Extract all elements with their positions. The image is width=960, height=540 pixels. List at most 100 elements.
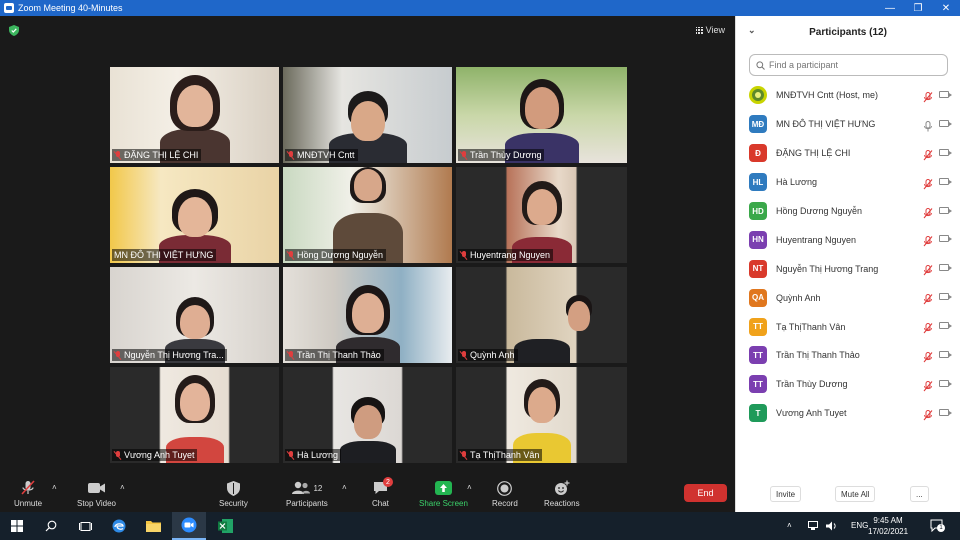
minimize-button[interactable]: — — [876, 0, 904, 16]
restore-button[interactable]: ❐ — [904, 0, 932, 16]
show-hidden-icons-caret-icon[interactable]: ˄ — [787, 521, 792, 530]
start-button[interactable] — [0, 512, 34, 540]
unmute-button[interactable]: Unmute — [14, 480, 42, 508]
mic-muted-icon[interactable] — [923, 148, 933, 166]
video-tile[interactable]: Trần Thị Thanh Thảo — [283, 267, 452, 363]
video-camera-icon[interactable] — [939, 91, 952, 98]
video-camera-icon[interactable] — [939, 119, 952, 127]
encryption-shield-icon[interactable] — [9, 25, 19, 36]
participant-row[interactable]: HL Hà Lương — [736, 168, 960, 197]
mic-muted-icon — [287, 150, 295, 160]
video-tile-active[interactable]: Trần Thùy Dương — [456, 67, 627, 163]
participant-row[interactable]: Đ ĐẶNG THỊ LỆ CHI — [736, 139, 960, 168]
video-options-caret-icon[interactable]: ˄ — [120, 483, 125, 492]
mic-muted-icon[interactable] — [923, 292, 933, 310]
participant-row[interactable]: MĐ MN ĐÔ THỊ VIỆT HƯNG — [736, 110, 960, 139]
video-camera-icon[interactable] — [939, 177, 952, 185]
video-camera-icon[interactable] — [939, 322, 952, 330]
video-camera-icon[interactable] — [939, 264, 952, 272]
action-center-button[interactable]: 1 — [930, 519, 945, 534]
more-options-button[interactable]: ... — [910, 486, 929, 502]
participant-figure — [339, 441, 396, 463]
tile-name-label: Hồng Dương Nguyễn — [285, 249, 386, 261]
video-tile[interactable]: Hà Lương — [283, 367, 452, 463]
invite-button[interactable]: Invite — [770, 486, 802, 502]
video-camera-icon[interactable] — [939, 408, 952, 416]
participant-row[interactable]: T Vương Anh Tuyet — [736, 399, 960, 428]
reactions-button[interactable]: Reactions — [544, 480, 580, 508]
mic-muted-icon[interactable] — [923, 90, 933, 108]
mic-muted-icon[interactable] — [923, 321, 933, 339]
participant-name: Tạ ThịThanh Vân — [776, 321, 846, 332]
window-titlebar: Zoom Meeting 40-Minutes — ❐ ✕ — [0, 0, 960, 16]
tile-name-label: Tạ ThịThanh Vân — [458, 449, 543, 461]
video-camera-icon[interactable] — [939, 379, 952, 387]
mic-muted-icon[interactable] — [923, 177, 933, 195]
video-camera-icon[interactable] — [939, 206, 952, 214]
participant-row[interactable]: TT Tạ ThịThanh Vân — [736, 312, 960, 341]
video-tile[interactable]: MNĐTVH Cntt — [283, 67, 452, 163]
participant-row[interactable]: HN Huyentrang Nguyen — [736, 225, 960, 254]
video-camera-icon — [87, 480, 106, 496]
video-tile[interactable]: Quỳnh Anh — [456, 267, 627, 363]
volume-icon[interactable] — [826, 521, 838, 533]
audio-options-caret-icon[interactable]: ˄ — [52, 483, 57, 492]
record-button[interactable]: Record — [492, 480, 518, 508]
video-tile[interactable]: Tạ ThịThanh Vân — [456, 367, 627, 463]
mic-muted-icon[interactable] — [923, 263, 933, 281]
video-camera-icon[interactable] — [939, 293, 952, 301]
taskbar-zoom-button[interactable] — [172, 512, 206, 540]
participant-avatar: TT — [749, 346, 767, 365]
chat-button[interactable]: 2 Chat — [372, 477, 393, 508]
participant-row[interactable]: NT Nguyễn Thị Hương Trang — [736, 254, 960, 283]
search-input[interactable] — [769, 60, 929, 70]
edge-browser-icon — [112, 519, 126, 533]
video-tile[interactable]: Nguyễn Thị Hương Tra... — [110, 267, 279, 363]
video-camera-icon[interactable] — [939, 235, 952, 243]
video-camera-icon[interactable] — [939, 148, 952, 156]
mic-muted-icon[interactable] — [923, 350, 933, 368]
video-camera-icon[interactable] — [939, 351, 952, 359]
participant-row[interactable]: HD Hồng Dương Nguyễn — [736, 197, 960, 226]
close-button[interactable]: ✕ — [932, 0, 960, 16]
video-tile[interactable]: Hồng Dương Nguyễn — [283, 167, 452, 263]
participants-caret-icon[interactable]: ˄ — [342, 483, 347, 492]
mic-muted-icon[interactable] — [923, 234, 933, 252]
taskbar-excel-button[interactable] — [208, 512, 242, 540]
windows-logo-icon — [11, 520, 23, 532]
share-screen-button[interactable]: Share Screen — [419, 480, 468, 508]
mic-muted-icon[interactable] — [923, 379, 933, 397]
taskbar-search-button[interactable] — [34, 512, 68, 540]
language-indicator[interactable]: ENG — [851, 521, 868, 530]
participant-row[interactable]: TT Trần Thùy Dương — [736, 370, 960, 399]
share-options-caret-icon[interactable]: ˄ — [467, 483, 472, 492]
video-tile[interactable]: Huyentrang Nguyen — [456, 167, 627, 263]
video-tile[interactable]: Vương Anh Tuyet — [110, 367, 279, 463]
participant-avatar: TT — [749, 375, 767, 394]
taskbar-file-explorer-button[interactable] — [136, 512, 170, 540]
taskbar-clock[interactable]: 9:45 AM 17/02/2021 — [868, 515, 908, 537]
mic-muted-icon — [460, 250, 468, 260]
security-button[interactable]: Security — [219, 480, 248, 508]
mic-muted-icon[interactable] — [923, 206, 933, 224]
participant-avatar: T — [749, 404, 767, 423]
share-screen-label: Share Screen — [419, 499, 468, 508]
participant-row[interactable]: QA Quỳnh Anh — [736, 283, 960, 312]
taskbar-edge-button[interactable] — [102, 512, 136, 540]
participant-row[interactable]: MNĐTVH Cntt (Host, me) — [736, 81, 960, 110]
collapse-chevron-icon[interactable]: ⌄ — [748, 25, 756, 36]
video-tile[interactable]: ĐẶNG THỊ LỆ CHI — [110, 67, 279, 163]
stop-video-button[interactable]: Stop Video — [77, 480, 116, 508]
mic-on-icon[interactable] — [923, 119, 933, 137]
mic-muted-icon[interactable] — [923, 408, 933, 426]
mute-all-button[interactable]: Mute All — [835, 486, 876, 502]
participants-button[interactable]: 12 Participants — [286, 480, 328, 508]
video-tile[interactable]: MN ĐÔ THỊ VIỆT HƯNG — [110, 167, 279, 263]
task-view-button[interactable] — [68, 512, 102, 540]
participant-row[interactable]: TT Trần Thị Thanh Thảo — [736, 341, 960, 370]
network-icon[interactable] — [808, 521, 820, 533]
end-meeting-button[interactable]: End — [684, 484, 727, 502]
view-button[interactable]: View — [695, 25, 725, 35]
participant-name: Vương Anh Tuyet — [776, 408, 847, 419]
participant-search-box[interactable] — [749, 54, 948, 76]
